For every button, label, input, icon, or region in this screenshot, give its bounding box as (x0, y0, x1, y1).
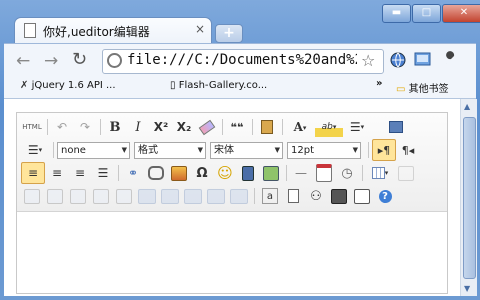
globe-icon (107, 53, 122, 68)
map-icon[interactable] (260, 163, 282, 183)
italic-button[interactable]: I (127, 117, 149, 137)
horizontal-rule-icon[interactable]: — (290, 163, 312, 183)
align-left-icon[interactable]: ≡ (21, 162, 45, 184)
reload-icon[interactable]: ↻ (72, 49, 87, 70)
time-icon[interactable]: ◷ (336, 163, 358, 183)
tab-title: 你好,ueditor编辑器 (43, 25, 150, 39)
scroll-thumb[interactable] (463, 117, 476, 279)
page-menu-icon[interactable] (414, 51, 432, 69)
more-bookmarks-icon[interactable]: » (376, 78, 382, 89)
browser-tab[interactable]: 你好,ueditor编辑器 × (14, 17, 212, 44)
fullscreen-icon[interactable] (385, 117, 407, 137)
new-tab-button[interactable]: + (215, 24, 243, 43)
subscript-icon[interactable]: X₂ (173, 117, 195, 137)
merge-right-icon[interactable] (159, 186, 181, 206)
browser-toolbar: ← → ↻ file:///C:/Documents%20and%20S ☆ (4, 43, 476, 77)
emoticon-button[interactable]: ☺ (214, 163, 236, 183)
jquery-icon: ✗ (20, 80, 29, 91)
bookmarks-bar: ✗ jQuery 1.6 API ... ▯ Flash-Gallery.co.… (4, 76, 476, 99)
address-text: file:///C:/Documents%20and%20S (127, 52, 357, 68)
toolbar-row-1: HTML ↶ ↷ B I X² X₂ ❝❝ A ▾ ab ▾ ☰ ▾ (21, 116, 408, 138)
delete-col-icon[interactable] (90, 186, 112, 206)
image-icon[interactable] (168, 163, 190, 183)
ltr-direction-icon[interactable]: ▸¶ (372, 139, 396, 161)
delete-row-icon[interactable] (67, 186, 89, 206)
maximize-button[interactable]: □ (412, 4, 441, 23)
page-icon (24, 23, 36, 38)
toolbar-row-2: ☰ ▾ none ▼ 格式 ▼ 宋体 ▼ 12pt ▼ ▸¶ ¶◂ (21, 139, 420, 161)
superscript-icon[interactable]: X² (150, 117, 172, 137)
paragraph-select[interactable]: 格式 ▼ (134, 141, 206, 159)
bookmark-jquery[interactable]: ✗ jQuery 1.6 API ... (20, 80, 116, 91)
video-icon[interactable] (237, 163, 259, 183)
back-icon[interactable]: ← (16, 51, 30, 71)
extension-globe-icon[interactable] (389, 51, 407, 69)
paste-plain-icon[interactable] (256, 117, 278, 137)
merge-down-icon[interactable] (182, 186, 204, 206)
preview-icon[interactable] (351, 186, 373, 206)
bookmark-star-icon[interactable]: ☆ (361, 51, 375, 70)
redo-icon[interactable]: ↷ (74, 117, 96, 137)
heading-select[interactable]: none ▼ (57, 141, 130, 159)
page-break-icon[interactable] (282, 186, 304, 206)
page-icon: ▯ (170, 80, 176, 91)
folder-icon: ▭ (396, 84, 406, 95)
minimize-button[interactable]: ▬ (382, 4, 411, 23)
insert-table-icon[interactable]: ▾ (366, 163, 394, 183)
eraser-icon[interactable] (196, 117, 218, 137)
forward-icon[interactable]: → (44, 51, 58, 71)
address-bar[interactable]: file:///C:/Documents%20and%20S ☆ (102, 49, 384, 74)
help-icon[interactable]: ? (374, 186, 396, 206)
anchor-icon[interactable]: a (262, 188, 278, 204)
blockquote-button[interactable]: ❝❝ (226, 117, 248, 137)
highlight-icon[interactable]: ab ▾ (315, 117, 343, 137)
bookmark-flash-gallery[interactable]: ▯ Flash-Gallery.co... (170, 80, 267, 91)
ordered-list-icon[interactable]: ☰ ▾ (344, 117, 370, 137)
undo-icon[interactable]: ↶ (51, 117, 73, 137)
bold-button[interactable]: B (104, 117, 126, 137)
merge-cells-icon[interactable] (136, 186, 158, 206)
close-tab-icon[interactable]: × (195, 22, 205, 36)
split-cols-icon[interactable] (228, 186, 250, 206)
vertical-scrollbar[interactable]: ▲ ▼ (460, 99, 477, 296)
browser-window: ▬ □ ✕ 你好,ueditor编辑器 × + ← → ↻ file:///C:… (0, 0, 480, 300)
insert-row-icon[interactable] (21, 186, 43, 206)
font-size-select[interactable]: 12pt ▼ (287, 141, 361, 159)
editor-body[interactable] (17, 212, 447, 292)
delete-table-icon[interactable] (395, 163, 417, 183)
font-color-icon[interactable]: A ▾ (286, 117, 314, 137)
other-bookmarks[interactable]: ▭ 其他书签 (396, 80, 449, 95)
split-rows-icon[interactable] (205, 186, 227, 206)
align-right-icon[interactable]: ≡ (69, 163, 91, 183)
scroll-down-icon[interactable]: ▼ (464, 284, 470, 293)
window-controls: ▬ □ ✕ (382, 4, 480, 23)
wrench-icon[interactable] (441, 51, 459, 69)
unordered-list-icon[interactable]: ☰ ▾ (21, 140, 49, 160)
print-icon[interactable] (328, 186, 350, 206)
date-icon[interactable] (313, 163, 335, 183)
align-center-icon[interactable]: ≡ (46, 163, 68, 183)
insert-col-icon[interactable] (44, 186, 66, 206)
close-window-button[interactable]: ✕ (442, 4, 480, 23)
align-justify-icon[interactable]: ☰ (92, 163, 114, 183)
link-button[interactable]: ⚭ (122, 163, 144, 183)
source-button[interactable]: HTML (21, 117, 43, 137)
font-family-select[interactable]: 宋体 ▼ (210, 141, 283, 159)
special-chars-button[interactable]: Ω (191, 163, 213, 183)
unlink-icon[interactable] (145, 163, 167, 183)
rtl-direction-icon[interactable]: ¶◂ (397, 140, 419, 160)
scroll-up-icon[interactable]: ▲ (464, 102, 470, 111)
editor-toolbar: HTML ↶ ↷ B I X² X₂ ❝❝ A ▾ ab ▾ ☰ ▾ ☰ ▾ n… (17, 113, 447, 212)
toolbar-row-3: ≡ ≡ ≡ ☰ ⚭ Ω ☺ — ◷ ▾ (21, 162, 418, 184)
toolbar-row-4: a ⚇ ? (21, 185, 397, 207)
split-cell-icon[interactable] (113, 186, 135, 206)
search-replace-icon[interactable]: ⚇ (305, 186, 327, 206)
ueditor: HTML ↶ ↷ B I X² X₂ ❝❝ A ▾ ab ▾ ☰ ▾ ☰ ▾ n… (16, 112, 448, 294)
